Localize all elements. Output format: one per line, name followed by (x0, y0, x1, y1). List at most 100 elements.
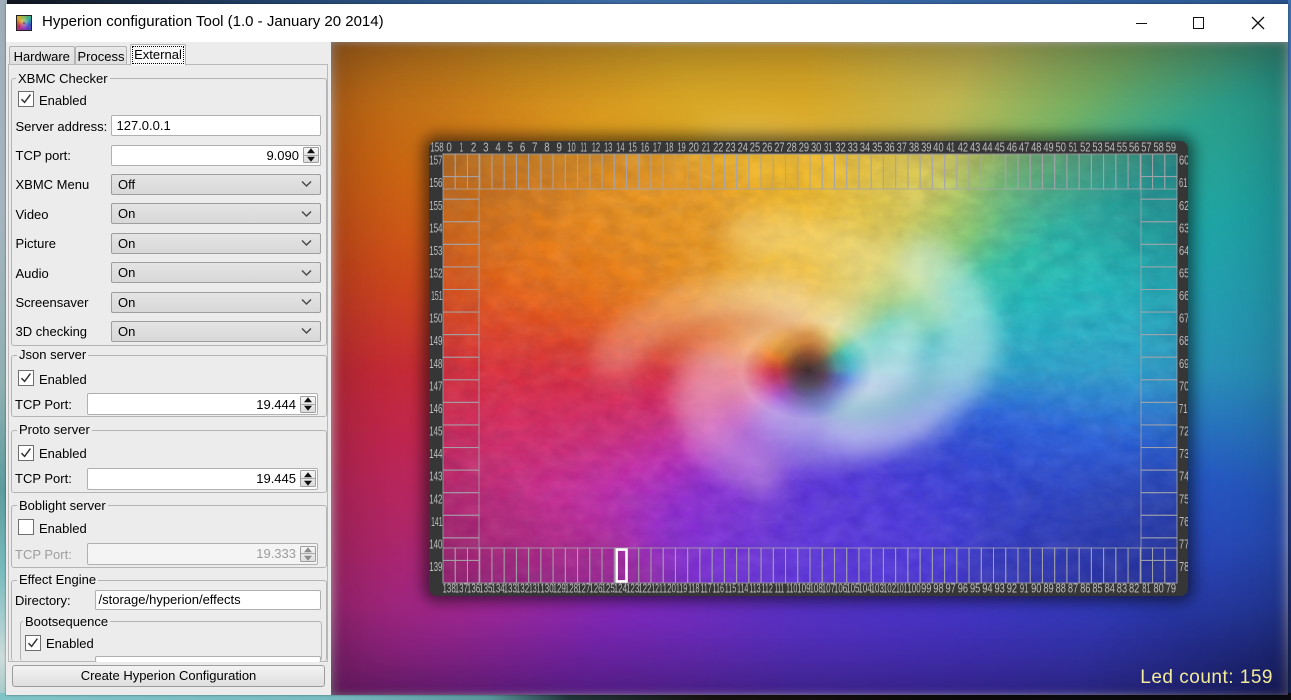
svg-text:72: 72 (1179, 424, 1188, 439)
svg-text:95: 95 (970, 580, 980, 595)
svg-text:101: 101 (896, 580, 907, 595)
svg-text:115: 115 (725, 580, 736, 595)
svg-text:43: 43 (970, 141, 980, 154)
svg-text:44: 44 (982, 141, 992, 154)
svg-text:8: 8 (544, 141, 549, 154)
svg-text:76: 76 (1179, 514, 1188, 529)
svg-text:119: 119 (676, 580, 687, 595)
svg-text:102: 102 (883, 580, 896, 595)
svg-text:121: 121 (651, 580, 662, 595)
svg-text:64: 64 (1179, 243, 1188, 258)
svg-text:92: 92 (1007, 580, 1017, 595)
svg-text:77: 77 (1179, 536, 1188, 551)
svg-text:51: 51 (1069, 141, 1077, 154)
svg-text:74: 74 (1179, 469, 1188, 484)
svg-text:79: 79 (1166, 580, 1176, 595)
svg-text:110: 110 (786, 580, 797, 595)
svg-text:80: 80 (1154, 580, 1164, 595)
svg-text:27: 27 (774, 141, 784, 154)
svg-text:154: 154 (429, 220, 442, 235)
svg-text:0: 0 (446, 141, 451, 154)
svg-text:149: 149 (429, 333, 442, 348)
svg-text:139: 139 (429, 559, 442, 574)
svg-text:146: 146 (429, 401, 442, 416)
svg-text:98: 98 (933, 580, 943, 595)
svg-text:17: 17 (653, 141, 661, 154)
svg-text:153: 153 (429, 243, 442, 258)
svg-text:6: 6 (520, 141, 525, 154)
svg-text:2: 2 (471, 141, 476, 154)
svg-text:120: 120 (663, 580, 676, 595)
svg-text:131: 131 (529, 580, 540, 595)
svg-text:5: 5 (508, 141, 513, 154)
svg-text:150: 150 (429, 311, 442, 326)
svg-text:148: 148 (429, 356, 442, 371)
svg-text:145: 145 (429, 424, 442, 439)
svg-text:48: 48 (1031, 141, 1041, 154)
svg-text:141: 141 (431, 514, 442, 529)
svg-text:147: 147 (429, 378, 442, 393)
svg-text:13: 13 (604, 141, 612, 154)
svg-text:12: 12 (592, 141, 600, 154)
svg-text:89: 89 (1043, 580, 1053, 595)
svg-text:67: 67 (1179, 311, 1188, 326)
svg-text:84: 84 (1105, 580, 1115, 595)
svg-text:4: 4 (495, 141, 500, 154)
svg-text:140: 140 (429, 536, 442, 551)
svg-text:25: 25 (750, 141, 760, 154)
svg-text:144: 144 (429, 446, 442, 461)
svg-text:34: 34 (860, 141, 870, 154)
svg-text:57: 57 (1141, 141, 1151, 154)
svg-text:100: 100 (907, 580, 920, 595)
svg-text:9: 9 (557, 141, 562, 154)
svg-text:61: 61 (1179, 175, 1187, 190)
svg-text:68: 68 (1179, 333, 1188, 348)
svg-text:58: 58 (1154, 141, 1164, 154)
svg-text:14: 14 (616, 141, 624, 154)
svg-text:35: 35 (872, 141, 882, 154)
svg-text:97: 97 (946, 580, 956, 595)
svg-text:65: 65 (1179, 265, 1188, 280)
svg-text:11: 11 (580, 141, 587, 154)
svg-text:55: 55 (1117, 141, 1127, 154)
svg-text:90: 90 (1031, 580, 1041, 595)
svg-text:53: 53 (1092, 141, 1102, 154)
svg-text:87: 87 (1068, 580, 1078, 595)
svg-text:39: 39 (921, 141, 931, 154)
svg-text:69: 69 (1179, 356, 1188, 371)
svg-text:1: 1 (460, 141, 464, 154)
svg-text:143: 143 (429, 469, 442, 484)
svg-text:91: 91 (1020, 580, 1028, 595)
svg-text:142: 142 (429, 491, 442, 506)
svg-text:78: 78 (1179, 559, 1188, 574)
svg-text:20: 20 (689, 141, 699, 154)
svg-text:113: 113 (749, 580, 760, 595)
svg-text:32: 32 (835, 141, 845, 154)
svg-text:52: 52 (1080, 141, 1090, 154)
svg-text:3: 3 (483, 141, 488, 154)
svg-text:54: 54 (1105, 141, 1115, 154)
svg-text:40: 40 (933, 141, 943, 154)
svg-text:18: 18 (665, 141, 673, 154)
svg-text:42: 42 (958, 141, 968, 154)
svg-text:62: 62 (1179, 198, 1188, 213)
svg-text:66: 66 (1179, 288, 1188, 303)
svg-text:96: 96 (958, 580, 968, 595)
svg-text:16: 16 (641, 141, 649, 154)
svg-text:31: 31 (824, 141, 832, 154)
svg-text:47: 47 (1019, 141, 1029, 154)
svg-text:41: 41 (946, 141, 954, 154)
svg-text:122: 122 (638, 580, 651, 595)
svg-text:73: 73 (1179, 446, 1188, 461)
svg-text:157: 157 (429, 153, 442, 168)
svg-text:56: 56 (1129, 141, 1139, 154)
svg-text:38: 38 (909, 141, 919, 154)
svg-text:82: 82 (1129, 580, 1139, 595)
svg-text:33: 33 (848, 141, 858, 154)
svg-text:111: 111 (775, 580, 785, 595)
svg-text:151: 151 (431, 288, 442, 303)
svg-text:46: 46 (1007, 141, 1017, 154)
svg-text:81: 81 (1142, 580, 1150, 595)
svg-text:112: 112 (761, 580, 772, 595)
svg-text:7: 7 (532, 141, 537, 154)
